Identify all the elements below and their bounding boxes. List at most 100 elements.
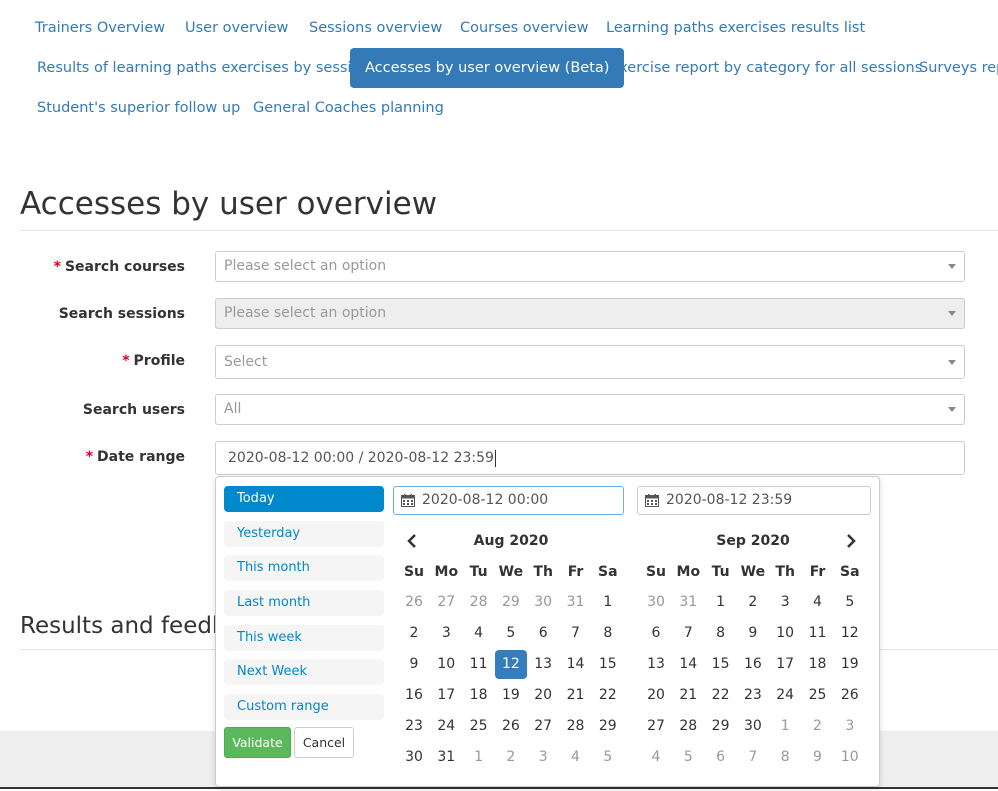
right-calendar-day[interactable]: 10 (834, 743, 866, 772)
start-date-input[interactable]: 2020-08-12 00:00 (393, 486, 624, 515)
right-calendar-day[interactable]: 3 (769, 588, 801, 617)
nav-user-overview[interactable]: User overview (170, 8, 303, 48)
right-calendar-day[interactable]: 14 (672, 650, 704, 679)
left-calendar-day[interactable]: 24 (430, 712, 462, 741)
range-next-week[interactable]: Next Week (224, 659, 384, 685)
right-calendar-day[interactable]: 31 (672, 588, 704, 617)
right-calendar-day[interactable]: 9 (737, 619, 769, 648)
left-calendar-day[interactable]: 17 (430, 681, 462, 710)
nav-general-coaches-planning[interactable]: General Coaches planning (238, 88, 459, 128)
right-calendar-day[interactable]: 29 (705, 712, 737, 741)
right-calendar-day[interactable]: 30 (640, 588, 672, 617)
left-calendar-day[interactable]: 1 (592, 588, 624, 617)
right-calendar-day[interactable]: 4 (802, 588, 834, 617)
right-calendar-day[interactable]: 21 (672, 681, 704, 710)
left-calendar-day[interactable]: 31 (430, 743, 462, 772)
nav-exercise-report-category[interactable]: Exercise report by category for all sess… (595, 48, 937, 88)
left-calendar-day[interactable]: 10 (430, 650, 462, 679)
right-calendar-day[interactable]: 9 (802, 743, 834, 772)
profile-select[interactable]: Select (215, 345, 965, 379)
right-calendar-day[interactable]: 24 (769, 681, 801, 710)
left-calendar-day[interactable]: 15 (592, 650, 624, 679)
right-calendar-day[interactable]: 5 (834, 588, 866, 617)
right-calendar-day[interactable]: 16 (737, 650, 769, 679)
right-calendar-day[interactable]: 3 (834, 712, 866, 741)
right-calendar-day[interactable]: 7 (737, 743, 769, 772)
left-calendar-day[interactable]: 5 (592, 743, 624, 772)
right-calendar-day[interactable]: 27 (640, 712, 672, 741)
search-courses-select[interactable]: Please select an option (215, 251, 965, 282)
left-calendar-day[interactable]: 20 (527, 681, 559, 710)
right-calendar-day[interactable]: 20 (640, 681, 672, 710)
left-calendar-day[interactable]: 29 (592, 712, 624, 741)
right-calendar-day[interactable]: 5 (672, 743, 704, 772)
validate-button[interactable]: Validate (224, 727, 291, 758)
left-calendar-day[interactable]: 11 (463, 650, 495, 679)
date-range-input[interactable]: 2020-08-12 00:00 / 2020-08-12 23:59 (215, 441, 965, 475)
range-today[interactable]: Today (224, 486, 384, 512)
nav-sessions-overview[interactable]: Sessions overview (294, 8, 457, 48)
left-calendar-day[interactable]: 27 (527, 712, 559, 741)
left-calendar-day[interactable]: 2 (495, 743, 527, 772)
right-calendar-day[interactable]: 23 (737, 681, 769, 710)
range-custom[interactable]: Custom range (224, 694, 384, 720)
left-calendar-day[interactable]: 3 (527, 743, 559, 772)
nav-courses-overview[interactable]: Courses overview (445, 8, 604, 48)
right-calendar-day[interactable]: 11 (802, 619, 834, 648)
left-calendar-day[interactable]: 5 (495, 619, 527, 648)
nav-lp-results-by-session[interactable]: Results of learning paths exercises by s… (22, 48, 385, 88)
left-calendar-day[interactable]: 26 (398, 588, 430, 617)
right-calendar-day[interactable]: 17 (769, 650, 801, 679)
range-this-month[interactable]: This month (224, 555, 384, 581)
left-calendar-day[interactable]: 8 (592, 619, 624, 648)
left-calendar-day[interactable]: 18 (463, 681, 495, 710)
right-calendar-day[interactable]: 15 (705, 650, 737, 679)
range-this-week[interactable]: This week (224, 625, 384, 651)
right-calendar-day[interactable]: 12 (834, 619, 866, 648)
left-calendar-day[interactable]: 12 (494, 650, 527, 679)
left-calendar-day[interactable]: 31 (560, 588, 592, 617)
right-calendar-day[interactable]: 8 (705, 619, 737, 648)
right-calendar-day[interactable]: 18 (802, 650, 834, 679)
right-calendar-day[interactable]: 26 (834, 681, 866, 710)
left-calendar-day[interactable]: 4 (463, 619, 495, 648)
left-calendar-day[interactable]: 28 (463, 588, 495, 617)
left-calendar-day[interactable]: 4 (560, 743, 592, 772)
left-calendar-day[interactable]: 19 (495, 681, 527, 710)
left-calendar-day[interactable]: 30 (398, 743, 430, 772)
right-calendar-day[interactable]: 6 (640, 619, 672, 648)
end-date-input[interactable]: 2020-08-12 23:59 (637, 486, 871, 515)
search-users-select[interactable]: All (215, 394, 965, 425)
left-calendar-day[interactable]: 13 (527, 650, 559, 679)
right-calendar-day[interactable]: 22 (705, 681, 737, 710)
left-calendar-day[interactable]: 27 (430, 588, 462, 617)
left-calendar-day[interactable]: 28 (560, 712, 592, 741)
left-calendar-day[interactable]: 2 (398, 619, 430, 648)
nav-superior-follow-up[interactable]: Student's superior follow up (22, 88, 255, 128)
right-calendar-day[interactable]: 13 (640, 650, 672, 679)
right-calendar-day[interactable]: 25 (802, 681, 834, 710)
left-calendar-day[interactable]: 30 (527, 588, 559, 617)
range-last-month[interactable]: Last month (224, 590, 384, 616)
range-yesterday[interactable]: Yesterday (224, 521, 384, 547)
nav-surveys-report[interactable]: Surveys report (904, 48, 998, 88)
left-calendar-day[interactable]: 14 (560, 650, 592, 679)
right-calendar-day[interactable]: 2 (802, 712, 834, 741)
right-calendar-day[interactable]: 2 (737, 588, 769, 617)
left-calendar-day[interactable]: 23 (398, 712, 430, 741)
nav-accesses-by-user[interactable]: Accesses by user overview (Beta) (350, 48, 625, 88)
nav-trainers-overview[interactable]: Trainers Overview (20, 8, 180, 48)
left-calendar-day[interactable]: 1 (463, 743, 495, 772)
right-calendar-day[interactable]: 1 (705, 588, 737, 617)
left-calendar-day[interactable]: 26 (495, 712, 527, 741)
right-calendar-day[interactable]: 8 (769, 743, 801, 772)
cancel-button[interactable]: Cancel (294, 727, 354, 758)
left-calendar-day[interactable]: 3 (430, 619, 462, 648)
left-calendar-day[interactable]: 25 (463, 712, 495, 741)
right-calendar-day[interactable]: 30 (737, 712, 769, 741)
nav-learning-paths-results[interactable]: Learning paths exercises results list (591, 8, 880, 48)
right-calendar-day[interactable]: 7 (672, 619, 704, 648)
left-calendar-day[interactable]: 9 (398, 650, 430, 679)
right-calendar-day[interactable]: 10 (769, 619, 801, 648)
right-calendar-day[interactable]: 28 (672, 712, 704, 741)
